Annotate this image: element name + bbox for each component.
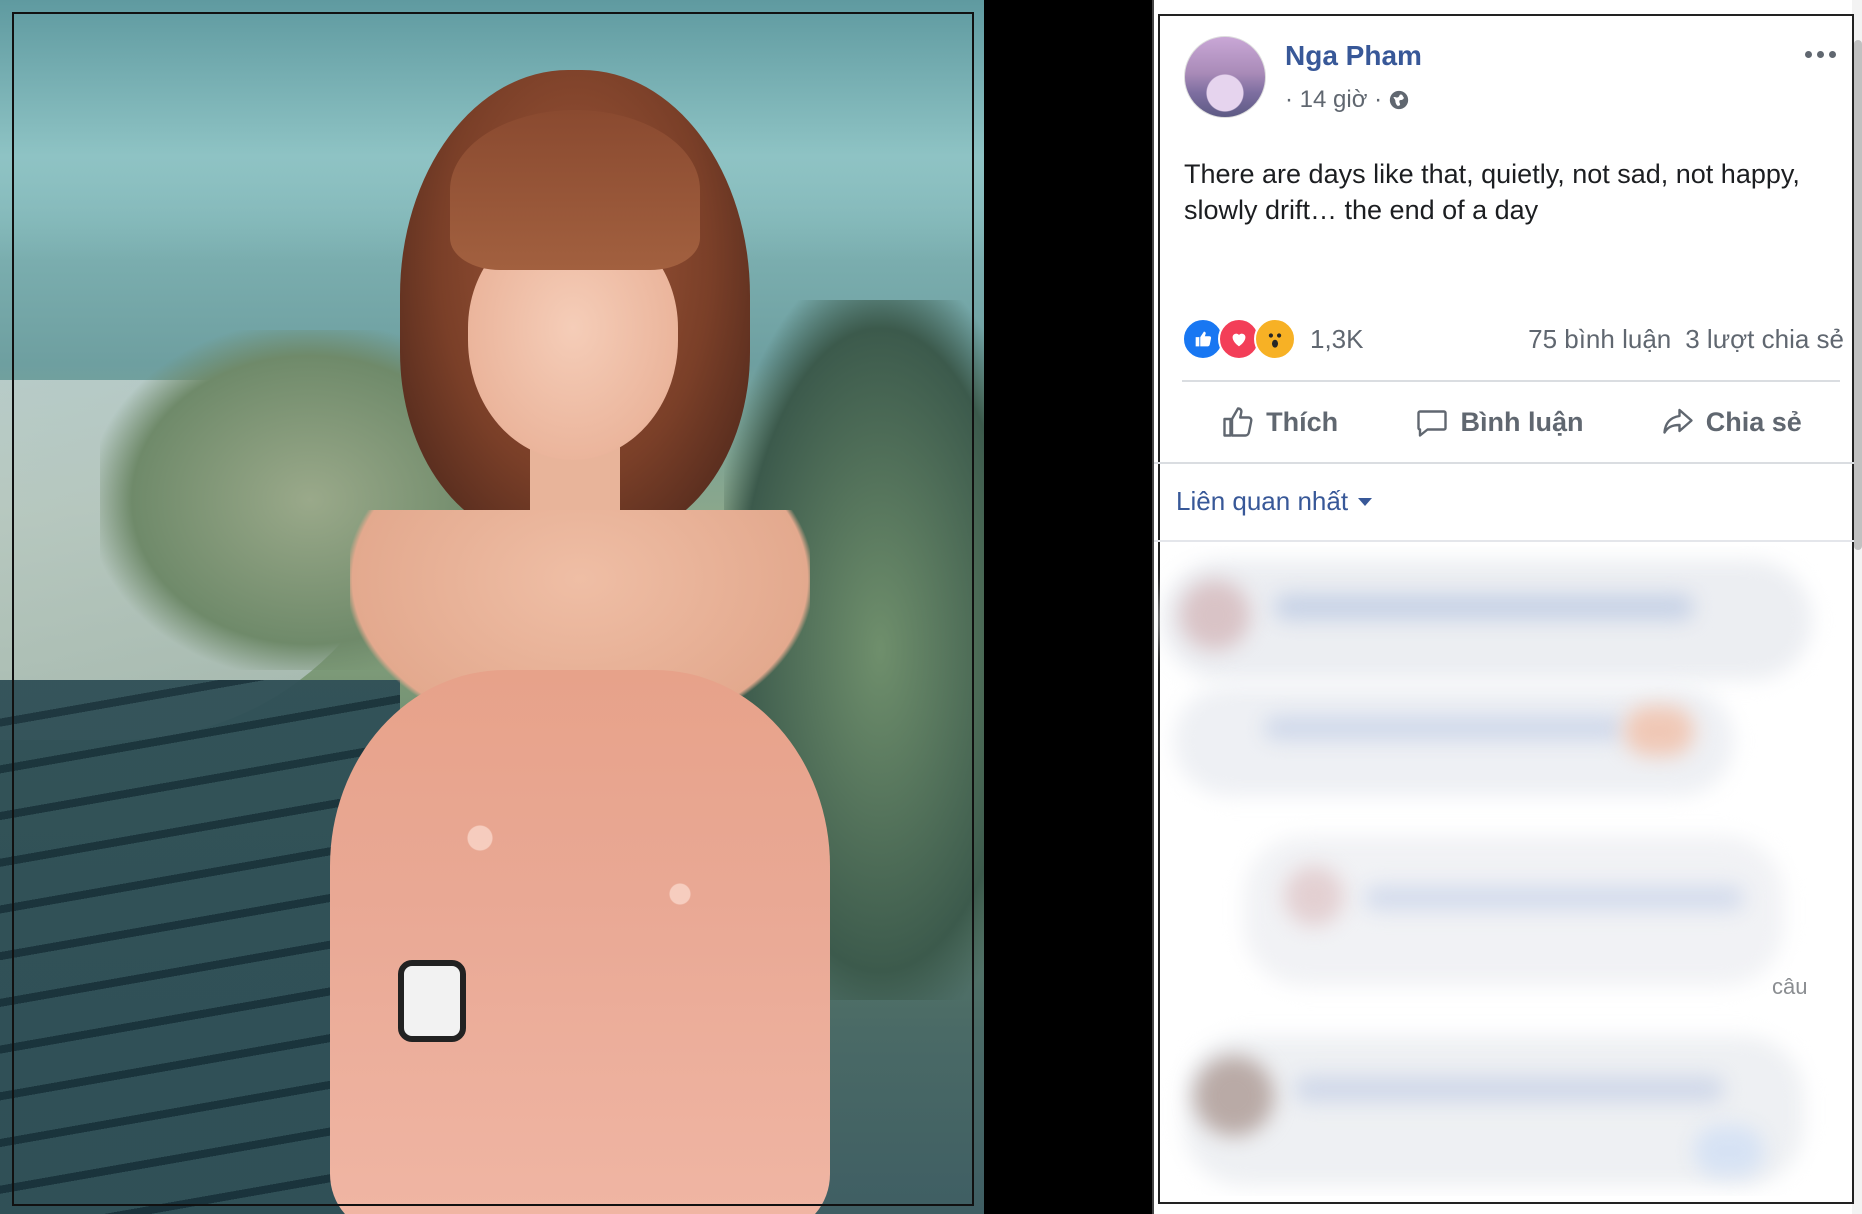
share-count[interactable]: 3 lượt chia sẻ [1685,324,1844,355]
partial-comment-text: câu [1772,974,1808,999]
share-label: Chia sẻ [1705,406,1802,437]
blurred-comment [1162,560,1812,680]
author-avatar[interactable] [1184,36,1266,118]
comment-sort-dropdown[interactable]: Liên quan nhất [1176,486,1373,517]
blurred-line [1364,886,1744,910]
comment-label: Bình luận [1460,406,1584,437]
blurred-reaction [1694,1126,1764,1176]
author-name[interactable]: Nga Pham [1285,40,1422,72]
subject-bangs [450,110,700,270]
blurred-reaction [1624,706,1694,756]
post-meta: · 14 giờ · [1285,86,1410,114]
subject-dress [330,670,830,1214]
photo-subject [290,70,890,1214]
action-bar: Thích Bình luận Chia sẻ [1182,394,1840,450]
post-time[interactable]: · 14 giờ · [1285,86,1382,114]
sort-label: Liên quan nhất [1176,486,1349,516]
divider [1154,462,1854,464]
divider [1182,380,1840,382]
post-text: There are days like that, quietly, not s… [1184,159,1800,225]
post-photo[interactable] [0,0,984,1214]
post-stats: 75 bình luận 3 lượt chia sẻ [1528,324,1844,355]
comment-icon [1417,410,1448,437]
blurred-line [1274,594,1694,620]
like-button[interactable]: Thích [1220,404,1338,440]
blurred-comments: câu [1154,546,1844,1196]
reactions-summary[interactable]: 1,3K [1182,318,1364,360]
globe-icon [1388,89,1410,111]
scrollbar[interactable] [1852,0,1862,1214]
subject-watch [398,960,466,1042]
blurred-avatar [1180,580,1250,650]
thumbs-up-icon [1223,407,1253,437]
share-button[interactable]: Chia sẻ [1660,404,1802,440]
reaction-count[interactable]: 1,3K [1310,324,1364,355]
blurred-line [1294,1076,1724,1102]
blurred-avatar [1194,1056,1274,1136]
divider [1154,540,1854,542]
chevron-down-icon [1358,497,1373,506]
comment-count[interactable]: 75 bình luận [1528,324,1671,355]
share-arrow-icon [1663,408,1693,434]
more-options-icon[interactable] [1800,44,1840,64]
more-dot [1816,50,1824,58]
blurred-avatar [1284,866,1344,926]
more-dot [1828,50,1836,58]
blurred-line [1264,716,1624,740]
comment-button[interactable]: Bình luận [1414,404,1583,440]
like-label: Thích [1266,406,1339,437]
more-dot [1804,50,1812,58]
scrollbar-thumb[interactable] [1854,40,1862,550]
wow-reaction-icon [1254,318,1296,360]
